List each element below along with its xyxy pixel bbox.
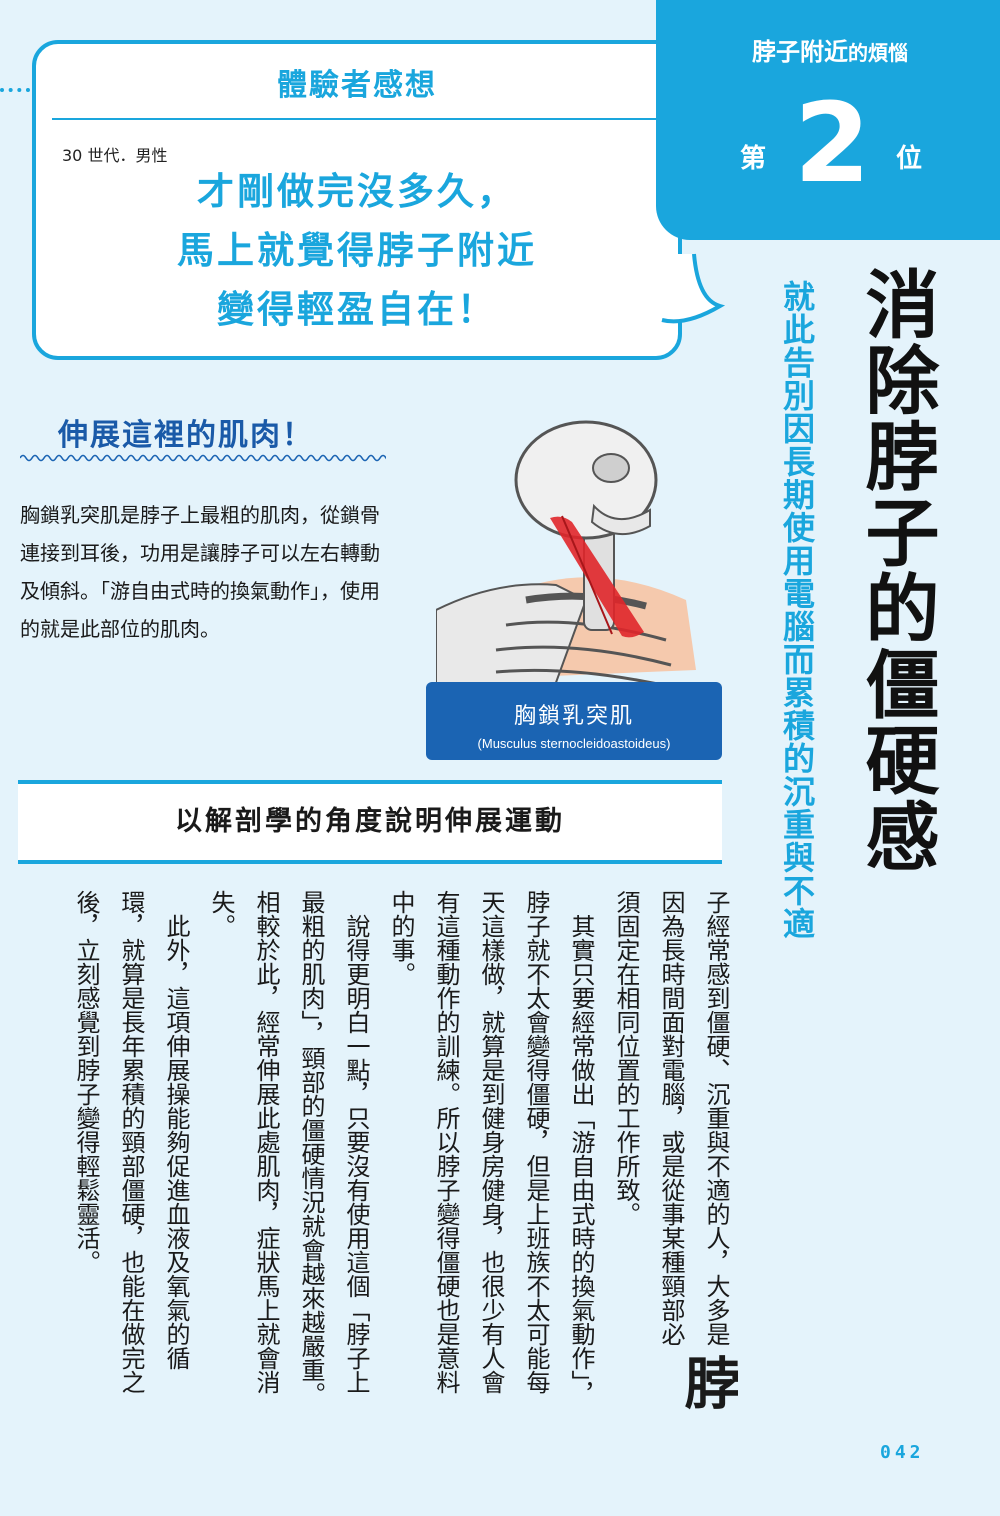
article-paragraph: 此外，這項伸展操能夠促進血液及氧氣的循環，就算是長年累積的頸部僵硬，也能在做完之… <box>63 890 198 1410</box>
wavy-stroke <box>20 454 386 462</box>
rank-prefix: 第 <box>740 144 767 174</box>
muscle-label: 胸鎖乳突肌 (Musculus sternocleidoastoideus) <box>426 682 722 760</box>
rank-number: 2 <box>794 79 871 207</box>
wavy-divider <box>20 454 386 462</box>
paragraph-text: 此外，這項伸展操能夠促進血液及氧氣的循環，就算是長年累積的頸部僵硬，也能在做完之… <box>72 890 190 1394</box>
article-body: 脖 子經常感到僵硬、沉重與不適的人，大多是因為長時間面對電腦，或是從事某種頸部必須… <box>58 890 738 1410</box>
stretch-description: 胸鎖乳突肌是脖子上最粗的肌肉，從鎖骨連接到耳後，功用是讓脖子可以左右轉動及傾斜。… <box>20 503 380 641</box>
stretch-heading: 伸展這裡的肌肉！ <box>58 418 314 453</box>
drop-cap: 脖 <box>675 1354 738 1410</box>
dotted-leader <box>0 88 30 92</box>
category-rest: 的煩惱 <box>848 41 908 65</box>
article-paragraph: 說得更明白一點，只要沒有使用這個「脖子上最粗的肌肉」，頸部的僵硬情況就會越來越嚴… <box>198 890 378 1410</box>
paragraph-text: 說得更明白一點，只要沒有使用這個「脖子上最粗的肌肉」，頸部的僵硬情況就會越來越嚴… <box>207 890 370 1406</box>
paragraph-text: 其實只要經常做出「游自由式時的換氣動作」，脖子就不太會變得僵硬，但是上班族不太可… <box>387 890 595 1406</box>
quote-line: 馬上就覺得脖子附近 <box>177 229 537 272</box>
article-paragraph: 其實只要經常做出「游自由式時的換氣動作」，脖子就不太會變得僵硬，但是上班族不太可… <box>378 890 603 1410</box>
quote-line: 變得輕盈自在！ <box>217 288 497 331</box>
section-banner-text: 以解剖學的角度說明伸展運動 <box>175 806 565 837</box>
page-subtitle: 就此告別因長期使用電腦而累積的沉重與不適 <box>778 280 816 940</box>
paragraph-text: 子經常感到僵硬、沉重與不適的人，大多是因為長時間面對電腦，或是從事某種頸部必須固… <box>612 890 730 1346</box>
section-banner: 以解剖學的角度說明伸展運動 <box>18 780 722 864</box>
rank-suffix: 位 <box>896 144 923 174</box>
category-label: 脖子附近的煩惱 <box>660 32 1000 67</box>
rank: 第 2 位 <box>656 88 1000 206</box>
quote-line: 才剛做完沒多久， <box>197 170 517 213</box>
page-title: 消除脖子的僵硬感 <box>853 266 939 874</box>
article-paragraph: 脖 子經常感到僵硬、沉重與不適的人，大多是因為長時間面對電腦，或是從事某種頸部必須… <box>603 890 738 1410</box>
muscle-latin-name: (Musculus sternocleidoastoideus) <box>477 736 671 751</box>
testimonial-quote: 才剛做完沒多久， 馬上就覺得脖子附近 變得輕盈自在！ <box>36 162 678 339</box>
divider <box>52 118 656 120</box>
eye-socket <box>592 453 630 483</box>
testimonial-title: 體驗者感想 <box>277 68 437 103</box>
page-number: 042 <box>880 1442 925 1463</box>
category-bold: 脖子附近 <box>752 38 848 66</box>
muscle-name: 胸鎖乳突肌 <box>513 704 634 729</box>
